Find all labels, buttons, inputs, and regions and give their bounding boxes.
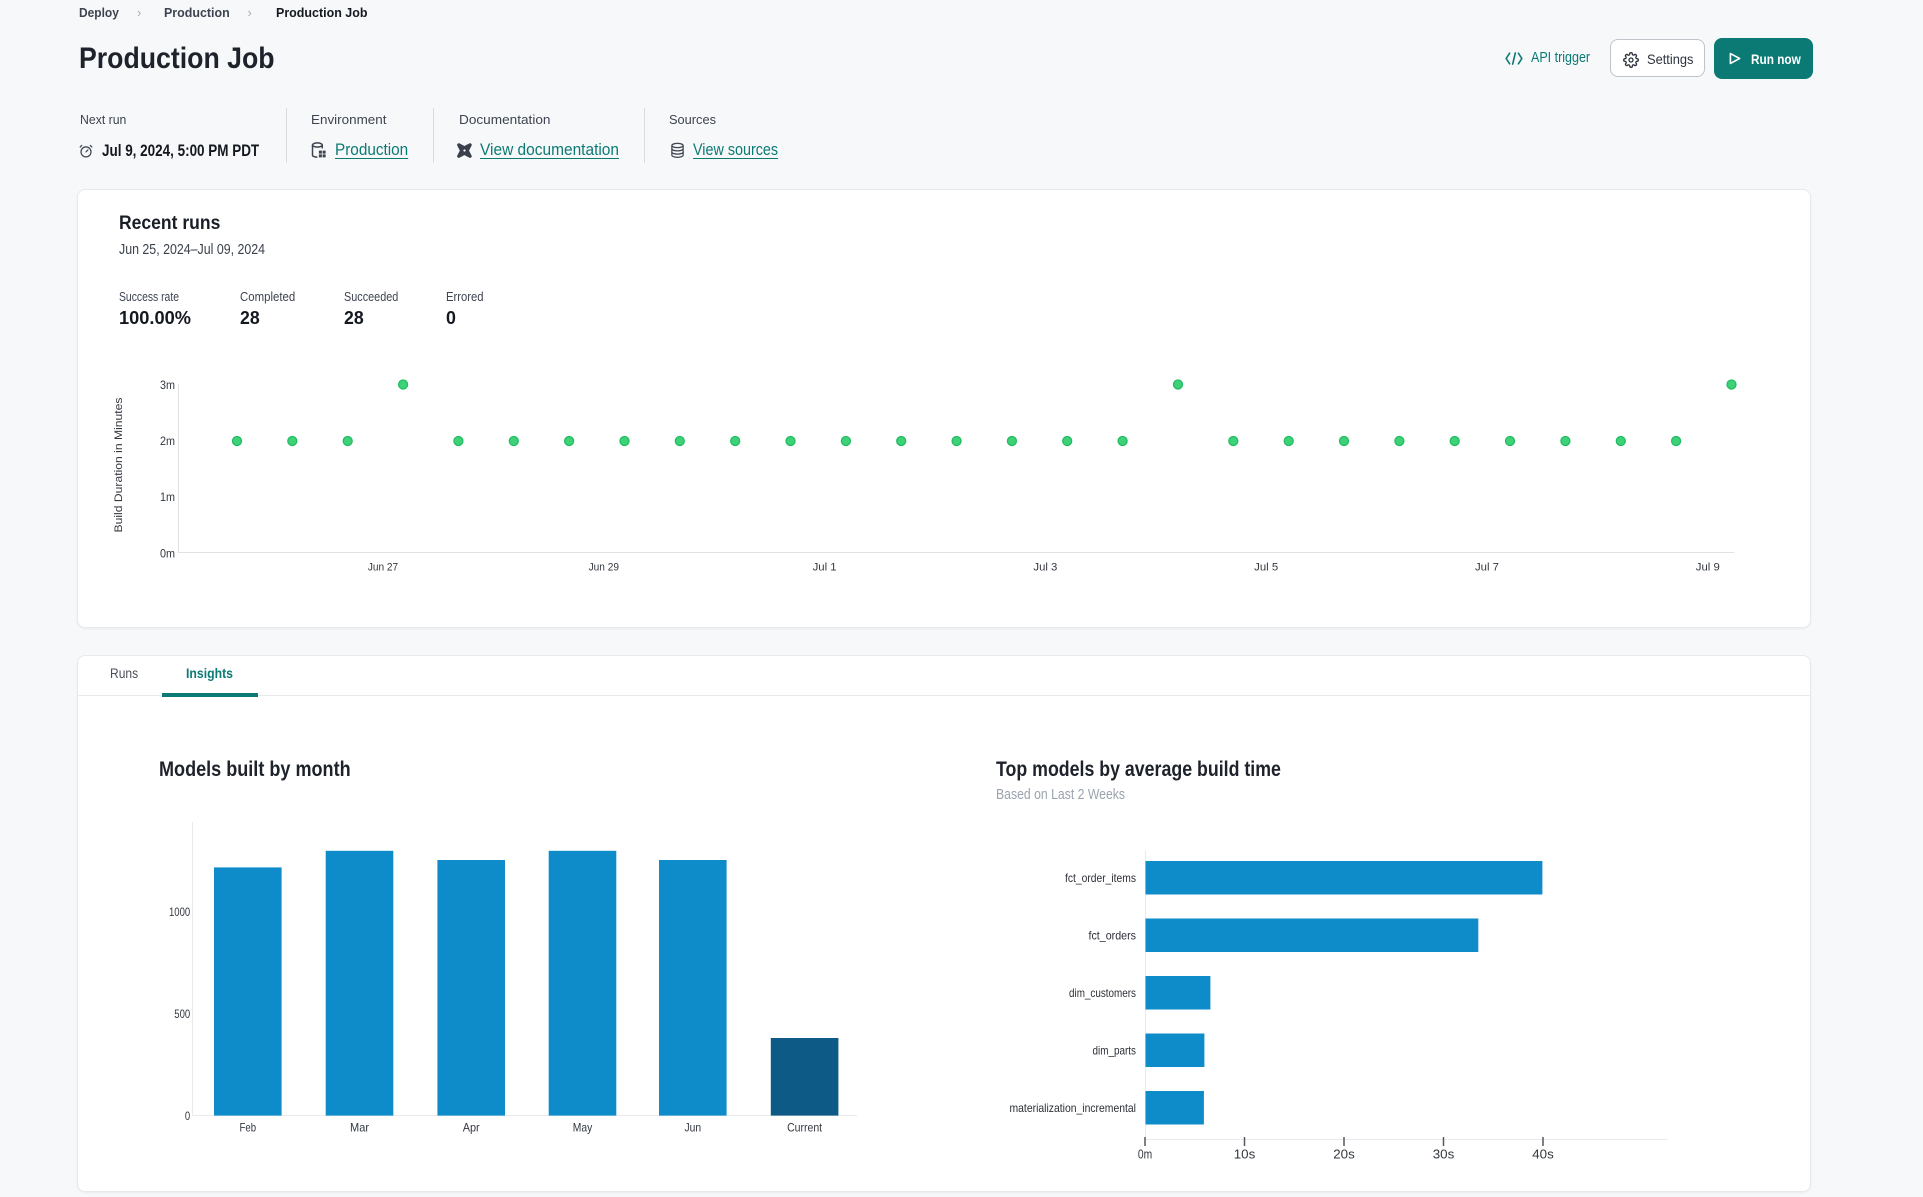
svg-text:40s: 40s — [1532, 1148, 1554, 1162]
svg-text:0: 0 — [185, 1109, 191, 1123]
svg-text:Jul 3: Jul 3 — [1033, 561, 1057, 573]
svg-text:1m: 1m — [160, 490, 175, 504]
svg-text:Jun: Jun — [685, 1120, 702, 1134]
svg-text:Mar: Mar — [350, 1120, 369, 1134]
svg-text:0m: 0m — [160, 547, 175, 561]
svg-text:3m: 3m — [160, 378, 175, 392]
svg-text:10s: 10s — [1234, 1148, 1256, 1162]
svg-text:fct_order_items: fct_order_items — [1065, 871, 1136, 885]
svg-text:Jul 5: Jul 5 — [1254, 561, 1278, 573]
svg-text:dim_parts: dim_parts — [1093, 1044, 1137, 1058]
svg-text:Jul 7: Jul 7 — [1475, 561, 1499, 573]
svg-text:500: 500 — [174, 1007, 190, 1021]
svg-text:20s: 20s — [1333, 1148, 1355, 1162]
svg-text:materialization_incremental: materialization_incremental — [1010, 1101, 1137, 1115]
svg-text:Apr: Apr — [463, 1120, 480, 1134]
svg-text:Jun 29: Jun 29 — [589, 561, 619, 573]
svg-text:2m: 2m — [160, 434, 175, 448]
svg-text:fct_orders: fct_orders — [1089, 929, 1137, 943]
svg-text:1000: 1000 — [169, 905, 190, 919]
svg-text:0m: 0m — [1138, 1148, 1152, 1162]
svg-text:May: May — [573, 1120, 593, 1134]
svg-text:Feb: Feb — [240, 1120, 257, 1134]
svg-text:dim_customers: dim_customers — [1069, 986, 1136, 1000]
svg-text:Jul 1: Jul 1 — [813, 561, 837, 573]
svg-text:Jul 9: Jul 9 — [1696, 561, 1720, 573]
svg-text:Jun 27: Jun 27 — [368, 561, 398, 573]
svg-text:30s: 30s — [1433, 1148, 1455, 1162]
svg-text:Current: Current — [787, 1120, 823, 1134]
svg-text:Build Duration in Minutes: Build Duration in Minutes — [113, 397, 125, 533]
